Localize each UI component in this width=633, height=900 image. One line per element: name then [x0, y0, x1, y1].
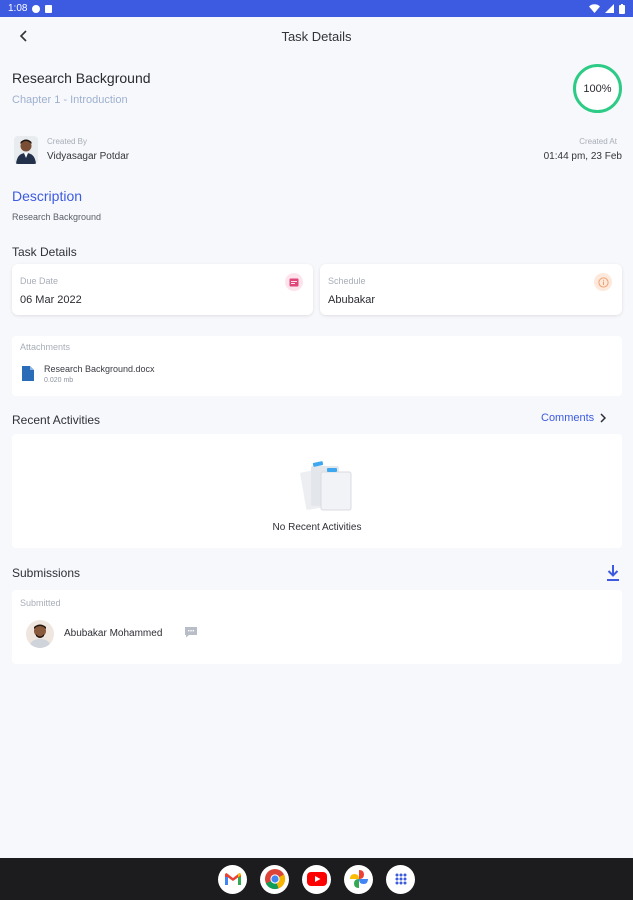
app-dock	[0, 858, 633, 900]
progress-label: 100%	[583, 82, 612, 95]
schedule-value: Abubakar	[328, 294, 376, 306]
creator-avatar	[14, 136, 38, 164]
submitter-avatar	[26, 620, 54, 648]
info-icon	[594, 273, 612, 291]
photos-icon[interactable]	[344, 864, 373, 894]
created-by-value: Vidyasagar Potdar	[47, 151, 130, 162]
chrome-icon[interactable]	[260, 864, 289, 894]
page-title: Task Details	[281, 28, 352, 44]
apps-grid-icon[interactable]	[386, 864, 415, 894]
task-details-heading: Task Details	[12, 245, 77, 259]
notification-icon	[32, 4, 41, 13]
status-time: 1:08	[8, 3, 28, 14]
recent-activities-panel: No Recent Activities	[12, 434, 622, 548]
recent-activities-heading: Recent Activities	[12, 413, 101, 427]
status-bar: 1:08	[0, 0, 633, 17]
sim-icon	[45, 4, 53, 13]
download-icon[interactable]	[605, 564, 621, 582]
wifi-icon	[589, 4, 600, 13]
schedule-card[interactable]: Schedule Abubakar	[320, 264, 622, 315]
task-chapter: Chapter 1 - Introduction	[12, 94, 128, 106]
progress-indicator: 100%	[573, 64, 622, 113]
comments-link-label: Comments	[541, 412, 595, 424]
signal-icon	[605, 4, 614, 13]
submissions-panel: Submitted Abubakar Mohammed	[12, 590, 622, 664]
document-file-icon[interactable]	[22, 366, 34, 381]
app-bar: Task Details	[0, 17, 633, 55]
submissions-heading: Submissions	[12, 566, 81, 580]
created-by-label: Created By	[47, 137, 88, 146]
attachment-name[interactable]: Research Background.docx	[44, 364, 155, 374]
created-at-label: Created At	[579, 137, 617, 146]
schedule-label: Schedule	[328, 276, 366, 286]
description-heading: Description	[12, 188, 83, 204]
chevron-right-icon	[600, 413, 607, 423]
task-title: Research Background	[12, 70, 151, 86]
description-text: Research Background	[12, 212, 102, 222]
calendar-icon	[285, 273, 303, 291]
chat-bubble-icon[interactable]	[184, 626, 198, 638]
attachment-size: 0.020 mb	[44, 377, 74, 384]
submitted-label: Submitted	[20, 598, 61, 608]
back-button[interactable]	[14, 26, 34, 46]
battery-icon	[619, 3, 625, 14]
chevron-left-icon	[19, 30, 27, 42]
youtube-icon[interactable]	[302, 864, 331, 894]
comments-link[interactable]: Comments	[541, 412, 607, 424]
created-at-value: 01:44 pm, 23 Feb	[543, 151, 622, 162]
empty-state-text: No Recent Activities	[272, 522, 362, 533]
gmail-icon[interactable]	[218, 864, 247, 894]
submitter-name: Abubakar Mohammed	[64, 628, 163, 639]
due-date-card[interactable]: Due Date 06 Mar 2022	[12, 264, 313, 315]
attachments-section: Attachments Research Background.docx 0.0…	[12, 336, 622, 396]
due-date-value: 06 Mar 2022	[20, 294, 82, 306]
attachments-label: Attachments	[20, 342, 71, 352]
due-date-label: Due Date	[20, 276, 59, 286]
empty-clipboard-icon	[300, 461, 352, 511]
